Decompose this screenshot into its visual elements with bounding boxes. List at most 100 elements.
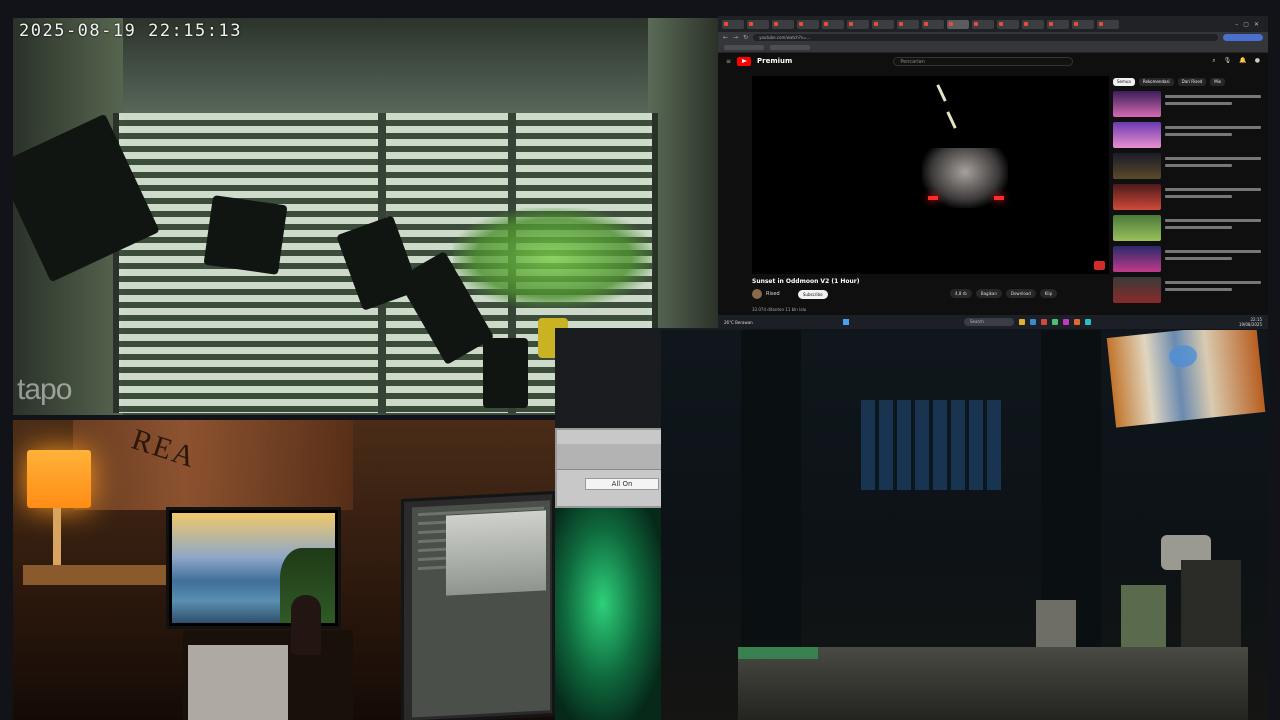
road-marking [946, 111, 957, 129]
search-icon[interactable]: ⌕ [1212, 57, 1215, 65]
notification-icon[interactable]: 🔔 [1239, 57, 1246, 65]
address-bar-row: ← → ↻ youtube.com/watch?v=… [718, 32, 1268, 43]
menu-icon[interactable]: ≡ [726, 58, 731, 65]
taskbar-search[interactable]: Search [964, 318, 1014, 326]
browser-tab[interactable] [1072, 19, 1094, 29]
video-description[interactable]: 33.074 ditonton 11 bln lalu [752, 307, 806, 312]
video-title: Sunset in Oddmoon V2 (1 Hour) [752, 278, 860, 285]
youtube-search-input[interactable]: Pencarian [893, 56, 1074, 66]
back-icon[interactable]: ← [723, 34, 728, 41]
clip-button[interactable]: Klip [1039, 289, 1058, 298]
app-icon[interactable] [1052, 319, 1058, 325]
video-actions: 4,8 rb Bagikan Download Klip [950, 289, 1058, 298]
room-window [861, 400, 1001, 490]
room-camera-feed: REA [13, 420, 555, 720]
camera-brand-watermark: tapo [17, 373, 72, 406]
table-glow [738, 647, 818, 659]
forward-icon[interactable]: → [733, 34, 738, 41]
related-video-item[interactable] [1113, 246, 1261, 274]
browser-tab[interactable] [722, 19, 744, 29]
youtube-logo-text[interactable]: Premium [757, 57, 792, 65]
related-video-item[interactable] [1113, 153, 1261, 181]
storage-cart [188, 645, 288, 720]
youtube-logo-icon[interactable] [737, 56, 752, 66]
browser-app-icon[interactable] [1030, 319, 1036, 325]
tray-date: 19/08/2025 [1238, 322, 1262, 327]
browser-tab[interactable] [872, 19, 894, 29]
browser-tab-strip: –▢✕ [718, 16, 1268, 32]
related-video-item[interactable] [1113, 215, 1261, 243]
youtube-header: ≡ Premium Pencarian ⌕ 🎙 🔔 ● [718, 53, 1268, 69]
profile-button[interactable] [1223, 34, 1263, 41]
browser-tab[interactable] [897, 19, 919, 29]
browser-tab[interactable] [922, 19, 944, 29]
browser-tab-active[interactable] [947, 19, 969, 29]
camera-timestamp: 2025-08-19 22:15:13 [19, 21, 242, 41]
browser-tab[interactable] [747, 19, 769, 29]
browser-tab[interactable] [822, 19, 844, 29]
hanging-cloth [483, 338, 528, 408]
browser-tab[interactable] [972, 19, 994, 29]
related-video-item[interactable] [1113, 91, 1261, 119]
browser-tab[interactable] [797, 19, 819, 29]
browser-tab[interactable] [772, 19, 794, 29]
browser-tab[interactable] [847, 19, 869, 29]
wall-poster [73, 420, 353, 510]
browser-tab[interactable] [1097, 19, 1119, 29]
dark-room-feed [661, 330, 1268, 720]
start-icon[interactable] [843, 319, 849, 325]
container [1121, 585, 1166, 655]
fullscreen-icon[interactable] [1094, 261, 1105, 270]
channel-row: Rised Subscribe [752, 289, 828, 299]
reload-icon[interactable]: ↻ [743, 34, 748, 41]
taskbar-weather[interactable]: 26°C Berawan [724, 320, 758, 325]
url-input[interactable]: youtube.com/watch?v=… [753, 34, 1218, 41]
windows-taskbar: 26°C Berawan Search 22:15 19/08/2025 [718, 315, 1268, 329]
desk [23, 565, 168, 585]
browser-tab[interactable] [1022, 19, 1044, 29]
download-button[interactable]: Download [1005, 289, 1036, 298]
container [1181, 560, 1241, 650]
channel-name[interactable]: Rised [766, 291, 780, 297]
tail-light [994, 196, 1004, 200]
all-on-button[interactable]: All On [585, 478, 659, 490]
bookmarks-bar [718, 43, 1268, 53]
channel-avatar[interactable] [752, 289, 762, 299]
picture-detail [1167, 343, 1199, 369]
chip-recommended[interactable]: Rekomendasi [1138, 78, 1174, 86]
share-button[interactable]: Bagikan [975, 289, 1002, 298]
second-monitor-screen [412, 500, 550, 718]
wall-picture [1106, 330, 1266, 428]
app-icon[interactable] [1085, 319, 1091, 325]
related-video-item[interactable] [1113, 122, 1261, 150]
chip-mix[interactable]: Mix [1210, 78, 1226, 86]
related-videos-list [1113, 91, 1261, 308]
microphone-icon[interactable]: 🎙 [1224, 57, 1232, 65]
app-icon[interactable] [1041, 319, 1047, 325]
related-filter-chips: Semua Rekomendasi Dari Rised Mix [1113, 78, 1226, 86]
like-button[interactable]: 4,8 rb [950, 289, 972, 298]
browser-tab[interactable] [997, 19, 1019, 29]
road-marking [936, 84, 947, 102]
outside-greenery [453, 208, 653, 308]
app-icon[interactable] [1074, 319, 1080, 325]
app-icon[interactable] [1063, 319, 1069, 325]
browser-tab[interactable] [1047, 19, 1069, 29]
hanging-cloth [203, 195, 288, 275]
chip-from-channel[interactable]: Dari Rised [1177, 78, 1207, 86]
avatar-icon[interactable]: ● [1255, 57, 1260, 65]
browser-window: –▢✕ ← → ↻ youtube.com/watch?v=… ≡ Premiu… [718, 16, 1268, 329]
youtube-header-icons: ⌕ 🎙 🔔 ● [1212, 57, 1260, 65]
lamp-base [53, 508, 61, 568]
related-video-item[interactable] [1113, 184, 1261, 212]
file-explorer-icon[interactable] [1019, 319, 1025, 325]
subscribe-button[interactable]: Subscribe [797, 289, 828, 299]
bookmark-item[interactable] [770, 45, 810, 50]
container [1036, 600, 1076, 650]
video-player[interactable] [752, 76, 1109, 274]
system-tray-clock[interactable]: 22:15 19/08/2025 [1239, 317, 1262, 327]
bookmark-item[interactable] [724, 45, 764, 50]
related-video-item[interactable] [1113, 277, 1261, 305]
window-controls[interactable]: –▢✕ [1235, 21, 1264, 28]
chip-all[interactable]: Semua [1113, 78, 1135, 86]
